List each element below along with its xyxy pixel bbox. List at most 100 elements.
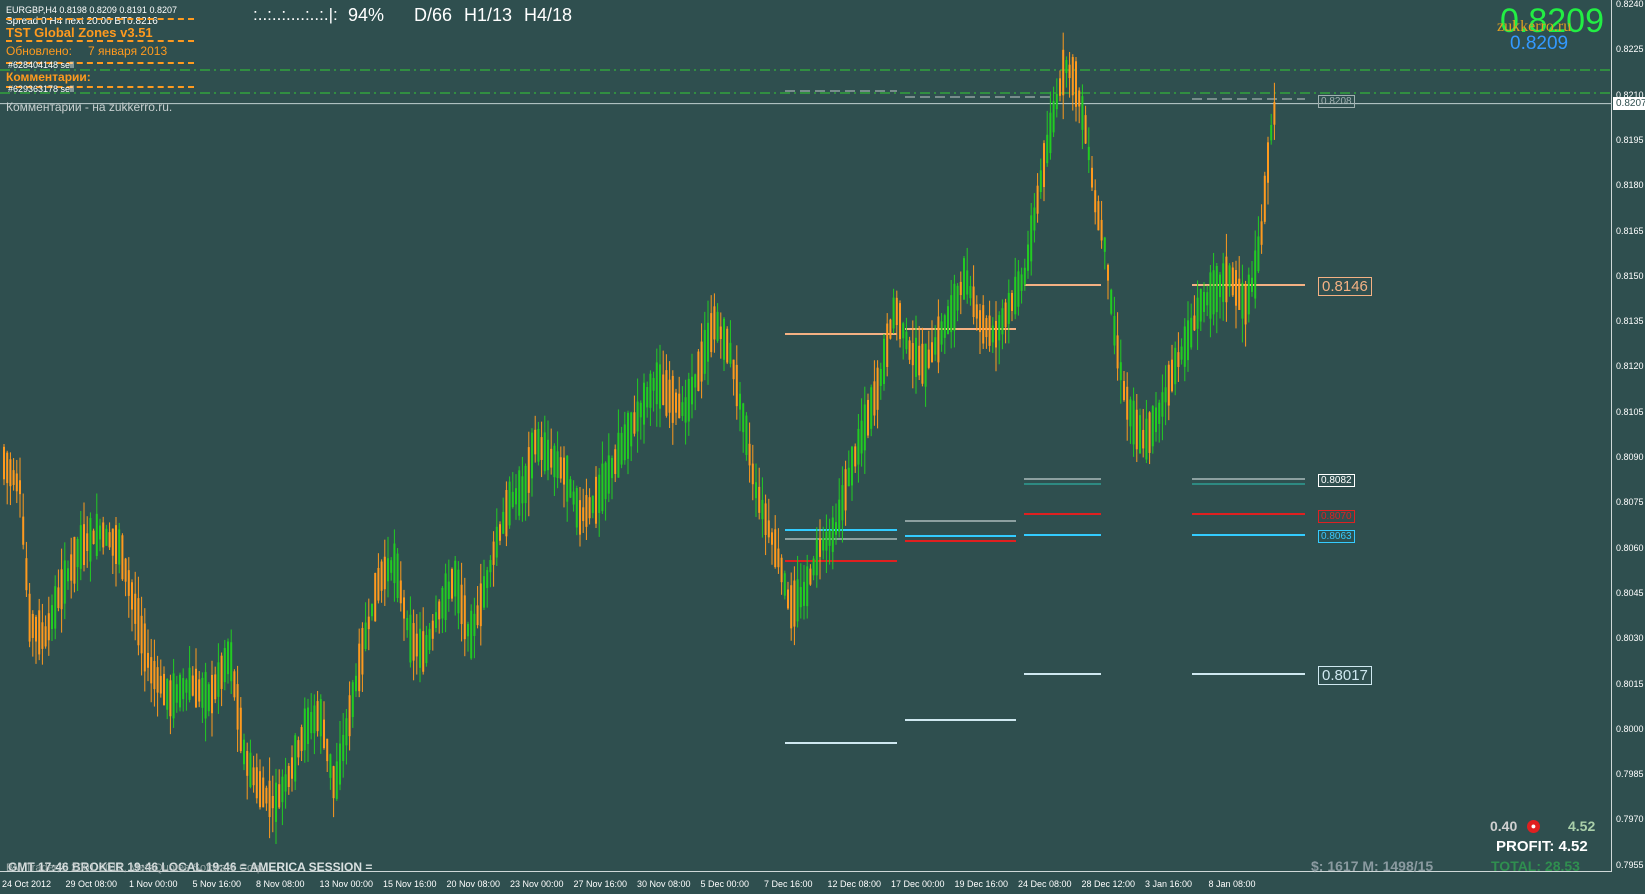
candle-body xyxy=(563,457,565,485)
price-label-8146: 0.8146 xyxy=(1318,277,1372,296)
candle-body xyxy=(1113,316,1116,346)
candle-body xyxy=(915,337,917,377)
candle-body xyxy=(598,474,601,514)
candle-body xyxy=(767,520,770,538)
candle-body xyxy=(732,359,735,380)
comments-link[interactable]: Комментарии - на zukkerro.ru. xyxy=(6,100,172,114)
candle-body xyxy=(863,404,866,451)
candle-body xyxy=(278,784,281,808)
candle-body xyxy=(1129,399,1132,427)
candle-body xyxy=(99,525,101,540)
current-price-sub: 0.8209 xyxy=(1510,33,1569,54)
candle-body xyxy=(543,432,546,472)
candle-body xyxy=(486,570,489,588)
y-axis-label: 0.8090 xyxy=(1616,452,1644,462)
candle-body xyxy=(604,462,607,500)
candle-body xyxy=(959,281,962,296)
candle-body xyxy=(1062,49,1065,96)
x-axis-label: 19 Dec 16:00 xyxy=(954,879,1009,889)
candle-body xyxy=(1273,101,1276,125)
candle-body xyxy=(1177,352,1180,367)
candle-body xyxy=(531,432,533,479)
candle-body xyxy=(876,367,879,410)
candle-body xyxy=(335,761,338,799)
candle-body xyxy=(873,381,876,416)
candle-body xyxy=(927,349,930,368)
candle-body xyxy=(172,673,175,719)
candle-body xyxy=(451,569,453,599)
candle-body xyxy=(252,767,255,786)
candle-body xyxy=(860,420,863,454)
candle-body xyxy=(729,342,732,364)
candle-body xyxy=(639,402,642,418)
candle-body xyxy=(1023,267,1026,285)
x-axis-label: 27 Nov 16:00 xyxy=(573,879,628,889)
candle-body xyxy=(1145,418,1148,460)
order-1[interactable]: #628404148 sell xyxy=(8,60,74,70)
candle-body xyxy=(1068,64,1071,79)
candle-body xyxy=(380,561,383,591)
stat-value-1: 0.40 xyxy=(1490,818,1518,834)
candle-body xyxy=(761,499,764,520)
candle-body xyxy=(415,633,418,657)
price-chart[interactable] xyxy=(0,0,1645,894)
indicator-title: TST Global Zones v3.51 xyxy=(6,25,153,40)
candle-body xyxy=(179,674,181,708)
y-axis-label: 0.8135 xyxy=(1616,316,1644,327)
comments-title: Комментарии: xyxy=(6,70,91,84)
y-axis-label: 0.8000 xyxy=(1616,723,1644,734)
candle-body xyxy=(595,476,597,524)
y-axis-label: 0.7955 xyxy=(1616,859,1644,870)
candle-body xyxy=(166,679,169,710)
candle-body xyxy=(419,628,421,668)
candle-body xyxy=(659,364,661,409)
candle-body xyxy=(1222,263,1225,302)
candle-body xyxy=(108,532,111,548)
candle-body xyxy=(492,541,495,565)
candle-body xyxy=(41,622,44,649)
candle-body xyxy=(57,587,60,609)
candle-body xyxy=(19,480,21,495)
candle-body xyxy=(60,569,63,610)
candle-body xyxy=(153,660,156,690)
candle-body xyxy=(1164,387,1167,403)
candle-body xyxy=(956,285,959,311)
candle-body xyxy=(9,459,12,487)
candle-body xyxy=(1247,274,1250,315)
candle-body xyxy=(211,674,213,714)
candle-body xyxy=(284,774,287,792)
candle-body xyxy=(236,684,239,730)
candle-body xyxy=(403,597,405,619)
order-2[interactable]: #629363178 sell xyxy=(8,84,74,94)
candle-body xyxy=(655,362,658,405)
candle-body xyxy=(892,297,895,329)
candle-body xyxy=(1241,282,1244,319)
candle-body xyxy=(806,566,809,607)
candle-body xyxy=(511,491,514,508)
candle-body xyxy=(1187,320,1189,361)
candle-body xyxy=(399,580,402,604)
candle-body xyxy=(281,776,284,803)
candle-body xyxy=(719,326,722,340)
candle-body xyxy=(1043,143,1045,188)
candle-body xyxy=(524,465,527,504)
candle-body xyxy=(300,727,303,752)
candle-body xyxy=(1091,167,1093,188)
candle-body xyxy=(684,397,687,423)
candle-body xyxy=(953,283,956,331)
candle-body xyxy=(1078,90,1081,107)
candle-body xyxy=(54,586,57,629)
candle-body xyxy=(991,325,994,343)
candle-body xyxy=(22,516,25,545)
balance-margin: $: 1617 M: 1498/15 xyxy=(1311,858,1434,874)
candle-body xyxy=(169,680,172,717)
candle-body xyxy=(134,593,137,624)
candle-body xyxy=(943,315,946,338)
candle-body xyxy=(585,495,588,527)
updated-date: 7 января 2013 xyxy=(88,44,168,58)
candle-body xyxy=(223,647,226,683)
candle-body xyxy=(345,718,348,746)
candle-body xyxy=(591,495,594,514)
candle-body xyxy=(1052,101,1055,133)
candle-body xyxy=(1190,317,1193,348)
